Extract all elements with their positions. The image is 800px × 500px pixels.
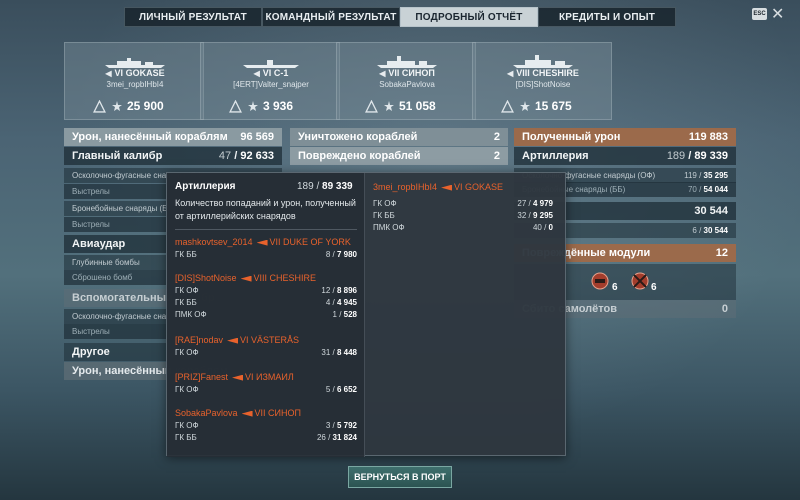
- player-name: [DIS]ShotNoise: [515, 80, 571, 89]
- ship-name: ◀ VIII CHESHIRE: [507, 68, 579, 78]
- enemy-name: [RAE]nodav VI VÄSTERÅS: [175, 335, 300, 345]
- ship-name: ◀ VII СИНОП: [379, 68, 435, 78]
- ship-card: ◀ VI C-1 [4ERT]Valter_snajper 3 936: [200, 42, 340, 120]
- hit-row: ГК ОФ 3 / 5 792: [175, 421, 357, 430]
- ship-damage-value: 3 936: [263, 99, 294, 113]
- damage-received-header: Полученный урон 119 883: [514, 128, 736, 146]
- nation-flag-icon: [241, 410, 253, 417]
- enemy-block: [RAE]nodav VI VÄSTERÅS ГК ОФ 31 / 8 448: [175, 334, 357, 359]
- main-battery-row: Главный калибр 47 / 92 633: [64, 147, 282, 165]
- tooltip-divider: [175, 229, 357, 230]
- tooltip-description: Количество попаданий и урон, полученный …: [175, 198, 356, 221]
- ship-damage-value: 25 900: [127, 99, 164, 113]
- ship-name: ◀ VI C-1: [253, 68, 289, 78]
- enemy-name: 3mei_ropbIHbI4 VI GOKASE: [373, 182, 504, 192]
- damage-icon: [365, 99, 378, 113]
- engine-module-icon: [591, 272, 609, 290]
- ship-damage-value: 15 675: [535, 99, 572, 113]
- laurel-icon: [384, 101, 394, 111]
- ship-silhouette-icon: [513, 55, 573, 68]
- artillery-tooltip: Артиллерия 189 / 89 339 Количество попад…: [166, 172, 566, 457]
- steering-module-count: 6: [651, 282, 657, 293]
- destroyed-row: Уничтожено кораблей 2: [290, 128, 508, 146]
- nation-flag-icon: [256, 239, 268, 246]
- laurel-icon: [112, 101, 122, 111]
- steering-module-icon: [631, 272, 649, 290]
- enemy-name: [DIS]ShotNoise VIII CHESHIRE: [175, 273, 317, 283]
- enemy-block: 3mei_ropbIHbI4 VI GOKASE ГК ОФ 27 / 4 979 …: [373, 181, 553, 234]
- damage-icon: [93, 99, 106, 113]
- engine-module-count: 6: [612, 282, 618, 293]
- hit-row: ГК ОФ 5 / 6 652: [175, 385, 357, 394]
- damage-dealt-header: Урон, нанесённый кораблям 96 569: [64, 128, 282, 146]
- ship-card: ◀ VII СИНОП SobakaPavlova 51 058: [336, 42, 476, 120]
- ship-card: ◀ VI GOKASE 3mei_ropbIHbI4 25 900: [64, 42, 204, 120]
- hit-row: ПМК ОФ 40 / 0: [373, 223, 553, 232]
- enemy-block: [PRIZ]Fanest VI ИЗМАИЛ ГК ОФ 5 / 6 652: [175, 371, 357, 396]
- enemy-name: mashkovtsev_2014 VII DUKE OF YORK: [175, 237, 351, 247]
- nation-flag-icon: [240, 275, 252, 282]
- nation-flag-icon: [227, 337, 239, 344]
- tooltip-total: 189 / 89 339: [297, 181, 353, 192]
- esc-key-icon[interactable]: ESC: [752, 8, 767, 20]
- nation-flag-icon: [441, 184, 453, 191]
- ship-silhouette-icon: [377, 56, 437, 68]
- ship-card: ◀ VIII CHESHIRE [DIS]ShotNoise 15 675: [472, 42, 612, 120]
- damage-icon: [501, 99, 514, 113]
- hit-row: ГК ОФ 27 / 4 979: [373, 199, 553, 208]
- tooltip-right-column: 3mei_ropbIHbI4 VI GOKASE ГК ОФ 27 / 4 979 …: [373, 181, 559, 234]
- return-to-port-button[interactable]: ВЕРНУТЬСЯ В ПОРТ: [348, 466, 452, 488]
- hit-row: ГК ББ 8 / 7 980: [175, 250, 357, 259]
- tab-personal-result[interactable]: ЛИЧНЫЙ РЕЗУЛЬТАТ: [124, 7, 262, 27]
- hit-row: ГК ББ 26 / 31 824: [175, 433, 357, 442]
- enemy-block: [DIS]ShotNoise VIII CHESHIRE ГК ОФ 12 / 8 …: [175, 272, 357, 321]
- tab-team-result[interactable]: КОМАНДНЫЙ РЕЗУЛЬТАТ: [262, 7, 400, 27]
- hit-row: ГК ОФ 31 / 8 448: [175, 348, 357, 357]
- player-name: SobakaPavlova: [379, 80, 435, 89]
- hit-row: ГК ОФ 12 / 8 896: [175, 286, 357, 295]
- artillery-row: Артиллерия 189 / 89 339: [514, 147, 736, 165]
- ship-silhouette-icon: [105, 58, 165, 68]
- enemy-block: mashkovtsev_2014 VII DUKE OF YORK ГК ББ 8 …: [175, 236, 357, 261]
- hit-row: ГК ББ 32 / 9 295: [373, 211, 553, 220]
- close-icon[interactable]: ✕: [771, 4, 784, 24]
- tab-detailed-report[interactable]: ПОДРОБНЫЙ ОТЧЁТ: [400, 7, 538, 27]
- ship-damage-value: 51 058: [399, 99, 436, 113]
- ships-stats-panel: Уничтожено кораблей 2 Повреждено кораблей…: [290, 128, 508, 168]
- hit-row: ГК ББ 4 / 4 945: [175, 298, 357, 307]
- ship-name: ◀ VI GOKASE: [105, 68, 165, 78]
- tooltip-title: Артиллерия: [175, 181, 236, 192]
- hit-row: ПМК ОФ 1 / 528: [175, 310, 357, 319]
- player-name: [4ERT]Valter_snajper: [233, 80, 309, 89]
- enemy-name: SobakaPavlova VII СИНОП: [175, 408, 301, 418]
- enemy-name: [PRIZ]Fanest VI ИЗМАИЛ: [175, 372, 294, 382]
- submarine-silhouette-icon: [243, 60, 299, 68]
- tab-bar: ЛИЧНЫЙ РЕЗУЛЬТАТ КОМАНДНЫЙ РЕЗУЛЬТАТ ПОД…: [124, 7, 676, 27]
- damaged-row: Повреждено кораблей 2: [290, 147, 508, 165]
- nation-flag-icon: [232, 374, 244, 381]
- enemy-block: SobakaPavlova VII СИНОП ГК ОФ 3 / 5 792 ГК…: [175, 407, 357, 444]
- laurel-icon: [520, 101, 530, 111]
- tab-credits-exp[interactable]: КРЕДИТЫ И ОПЫТ: [538, 7, 676, 27]
- laurel-icon: [248, 101, 258, 111]
- damage-icon: [229, 99, 242, 113]
- player-name: 3mei_ropbIHbI4: [106, 80, 164, 89]
